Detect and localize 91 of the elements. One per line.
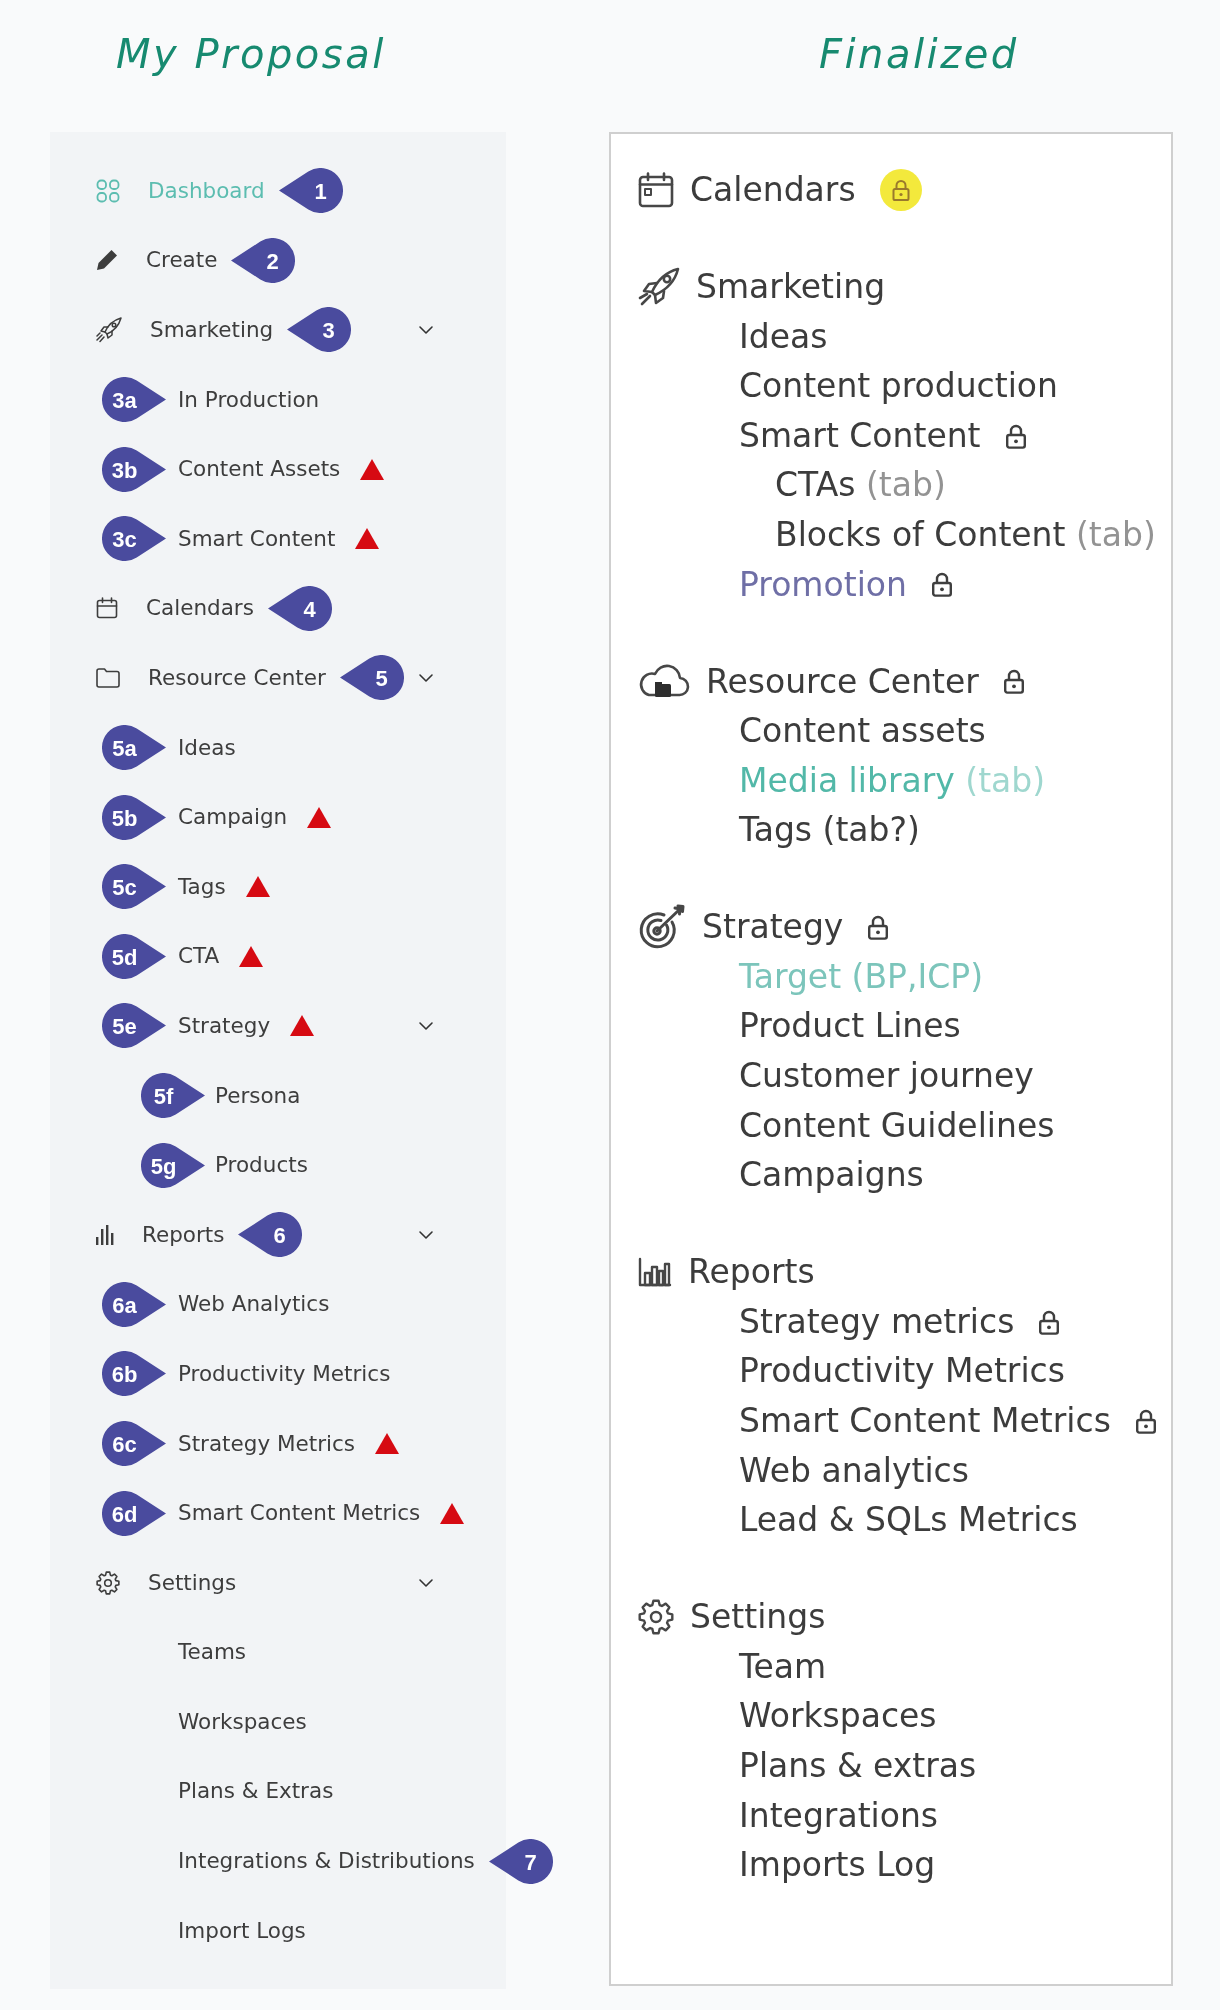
- outline-entry: Plans & extras: [739, 1746, 977, 1786]
- sidebar-item[interactable]: Campaign: [178, 803, 288, 832]
- sidebar-item[interactable]: Content Assets: [178, 455, 341, 484]
- outline-heading: Strategy: [702, 907, 844, 947]
- number-callout: 5: [339, 655, 404, 701]
- number-callout: 4: [267, 585, 332, 631]
- calendar-icon: [638, 171, 674, 208]
- outline-entry: Content assets: [739, 711, 986, 751]
- pencil-icon: [96, 249, 118, 272]
- outline-entry: Blocks of Content (tab): [775, 514, 1156, 555]
- outline-heading: Resource Center: [706, 661, 979, 702]
- sidebar-item[interactable]: Workspaces: [178, 1707, 307, 1736]
- outline-entry: Campaigns: [739, 1155, 924, 1195]
- sidebar-item[interactable]: Ideas: [178, 733, 236, 762]
- outline-entry: Imports Log: [739, 1845, 936, 1885]
- sidebar-item[interactable]: Smarketing: [96, 316, 274, 344]
- outline-entry: Target (BP,ICP): [739, 956, 984, 997]
- outline-entry: Lead & SQLs Metrics: [739, 1500, 1078, 1540]
- number-callout: 5d: [102, 933, 166, 979]
- outline-entry: Content production: [739, 366, 1058, 406]
- sidebar-item[interactable]: Teams: [178, 1638, 247, 1667]
- calendar-icon: [96, 597, 118, 620]
- outline-entry: Workspaces: [739, 1696, 937, 1736]
- outline-heading: Calendars: [690, 170, 856, 210]
- number-callout: 3b: [102, 446, 166, 492]
- sidebar-item[interactable]: Calendars: [96, 594, 254, 623]
- sidebar-item[interactable]: Plans & Extras: [178, 1777, 334, 1806]
- sidebar-item[interactable]: Reports: [96, 1220, 225, 1249]
- folder-icon: [96, 667, 120, 688]
- cloud-icon: [638, 663, 690, 700]
- outline-entry: Strategy metrics: [739, 1301, 1015, 1342]
- outline-entry: Customer journey: [739, 1056, 1034, 1096]
- number-callout: 6: [238, 1212, 303, 1258]
- outline-entry: Promotion: [739, 564, 907, 605]
- outline-heading: Reports: [688, 1252, 815, 1292]
- sidebar-item[interactable]: Settings: [96, 1568, 237, 1597]
- number-callout: 7: [488, 1838, 553, 1884]
- sidebar-item[interactable]: Productivity Metrics: [178, 1359, 391, 1388]
- column-title: My Proposal: [116, 31, 386, 77]
- number-callout: 6d: [102, 1490, 166, 1536]
- outline-entry: Tags (tab?): [739, 810, 920, 850]
- outline-entry: Web analytics: [739, 1450, 969, 1491]
- outline-entry: Productivity Metrics: [739, 1351, 1065, 1392]
- number-callout: 6b: [102, 1351, 166, 1397]
- sidebar-item[interactable]: Resource Center: [96, 664, 326, 692]
- sidebar-item[interactable]: Integrations & Distributions: [178, 1847, 475, 1875]
- sidebar-item[interactable]: In Production: [178, 385, 320, 414]
- outline-entry: Smart Content: [739, 415, 981, 456]
- sidebar-item[interactable]: Persona: [215, 1081, 301, 1110]
- number-callout: 5b: [102, 794, 166, 840]
- outline-entry: Content Guidelines: [739, 1105, 1055, 1146]
- sidebar-item[interactable]: CTA: [178, 942, 220, 971]
- sidebar-item[interactable]: Strategy Metrics: [178, 1429, 355, 1458]
- sidebar-item[interactable]: Create: [96, 246, 218, 275]
- number-callout: 3c: [102, 516, 166, 562]
- number-callout: 3a: [102, 377, 166, 423]
- outline-entry: Product Lines: [739, 1006, 961, 1047]
- target-icon: [638, 904, 686, 951]
- number-callout: 5f: [141, 1073, 205, 1118]
- number-callout: 5g: [141, 1142, 205, 1188]
- outline-entry: CTAs (tab): [775, 465, 946, 505]
- sidebar-item[interactable]: Web Analytics: [178, 1290, 330, 1319]
- bar-chart-icon: [96, 1224, 114, 1245]
- sidebar-item[interactable]: Tags: [178, 872, 226, 901]
- outline-heading: Smarketing: [696, 267, 886, 307]
- number-callout: 6a: [102, 1281, 166, 1327]
- outline-entry: Media library (tab): [739, 760, 1046, 801]
- outline-entry: Ideas: [739, 316, 828, 357]
- sidebar-item[interactable]: Strategy: [178, 1011, 271, 1040]
- outline-heading: Settings: [690, 1597, 826, 1637]
- sidebar-item[interactable]: Products: [215, 1151, 308, 1180]
- number-callout: 6c: [102, 1421, 166, 1466]
- number-callout: 1: [278, 168, 343, 214]
- number-callout: 5a: [102, 725, 166, 771]
- outline-entry: Team: [739, 1646, 827, 1687]
- number-callout: 3: [287, 307, 352, 353]
- outline-entry: Integrations: [739, 1795, 939, 1836]
- settings-icon: [638, 1599, 674, 1635]
- number-callout: 5e: [102, 1003, 166, 1049]
- sidebar-item[interactable]: Smart Content Metrics: [178, 1499, 421, 1528]
- settings-icon: [96, 1570, 120, 1595]
- bar-chart-icon: [638, 1257, 672, 1288]
- sidebar-item[interactable]: Smart Content: [178, 524, 336, 553]
- rocket-icon: [638, 266, 680, 307]
- sidebar-item[interactable]: Import Logs: [178, 1916, 306, 1945]
- number-callout: 2: [231, 237, 296, 283]
- column-title: Finalized: [819, 31, 1019, 77]
- rocket-icon: [96, 317, 122, 343]
- outline-entry: Smart Content Metrics: [739, 1401, 1111, 1441]
- number-callout: 5c: [102, 864, 166, 910]
- grid-icon: [96, 178, 120, 203]
